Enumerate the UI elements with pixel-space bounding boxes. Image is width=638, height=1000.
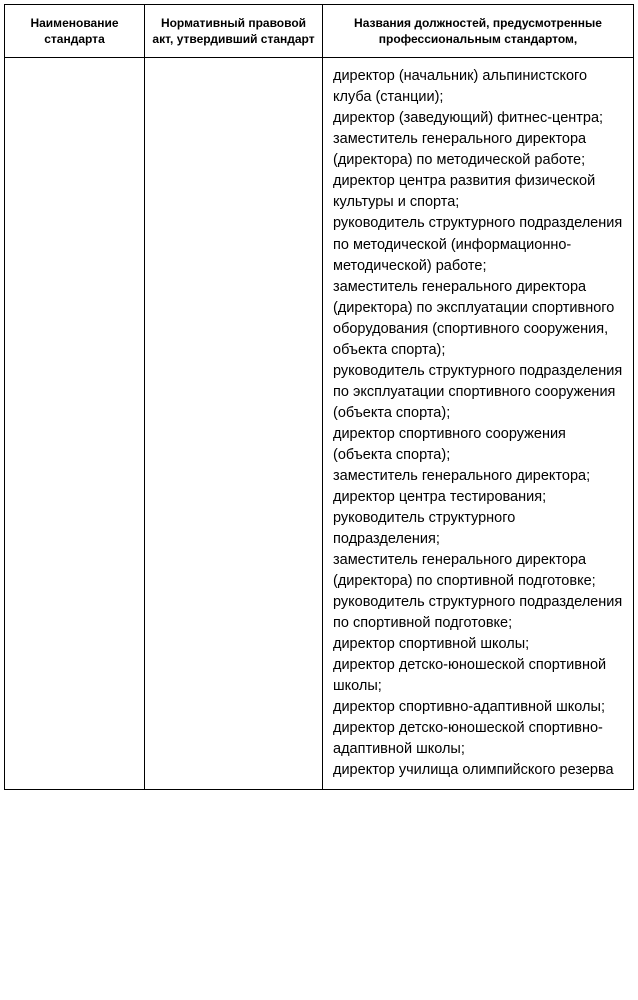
header-position-names: Названия должностей, предусмотренные про… [323, 5, 634, 58]
cell-standard-name [5, 58, 145, 790]
header-legal-act: Нормативный правовой акт, утвердивший ст… [145, 5, 323, 58]
table-row: директор (начальник) альпинистского клуб… [5, 58, 634, 790]
cell-positions: директор (начальник) альпинистского клуб… [323, 58, 634, 790]
header-standard-name: Наименование стандарта [5, 5, 145, 58]
cell-legal-act [145, 58, 323, 790]
standards-table: Наименование стандарта Нормативный право… [4, 4, 634, 790]
table-header-row: Наименование стандарта Нормативный право… [5, 5, 634, 58]
